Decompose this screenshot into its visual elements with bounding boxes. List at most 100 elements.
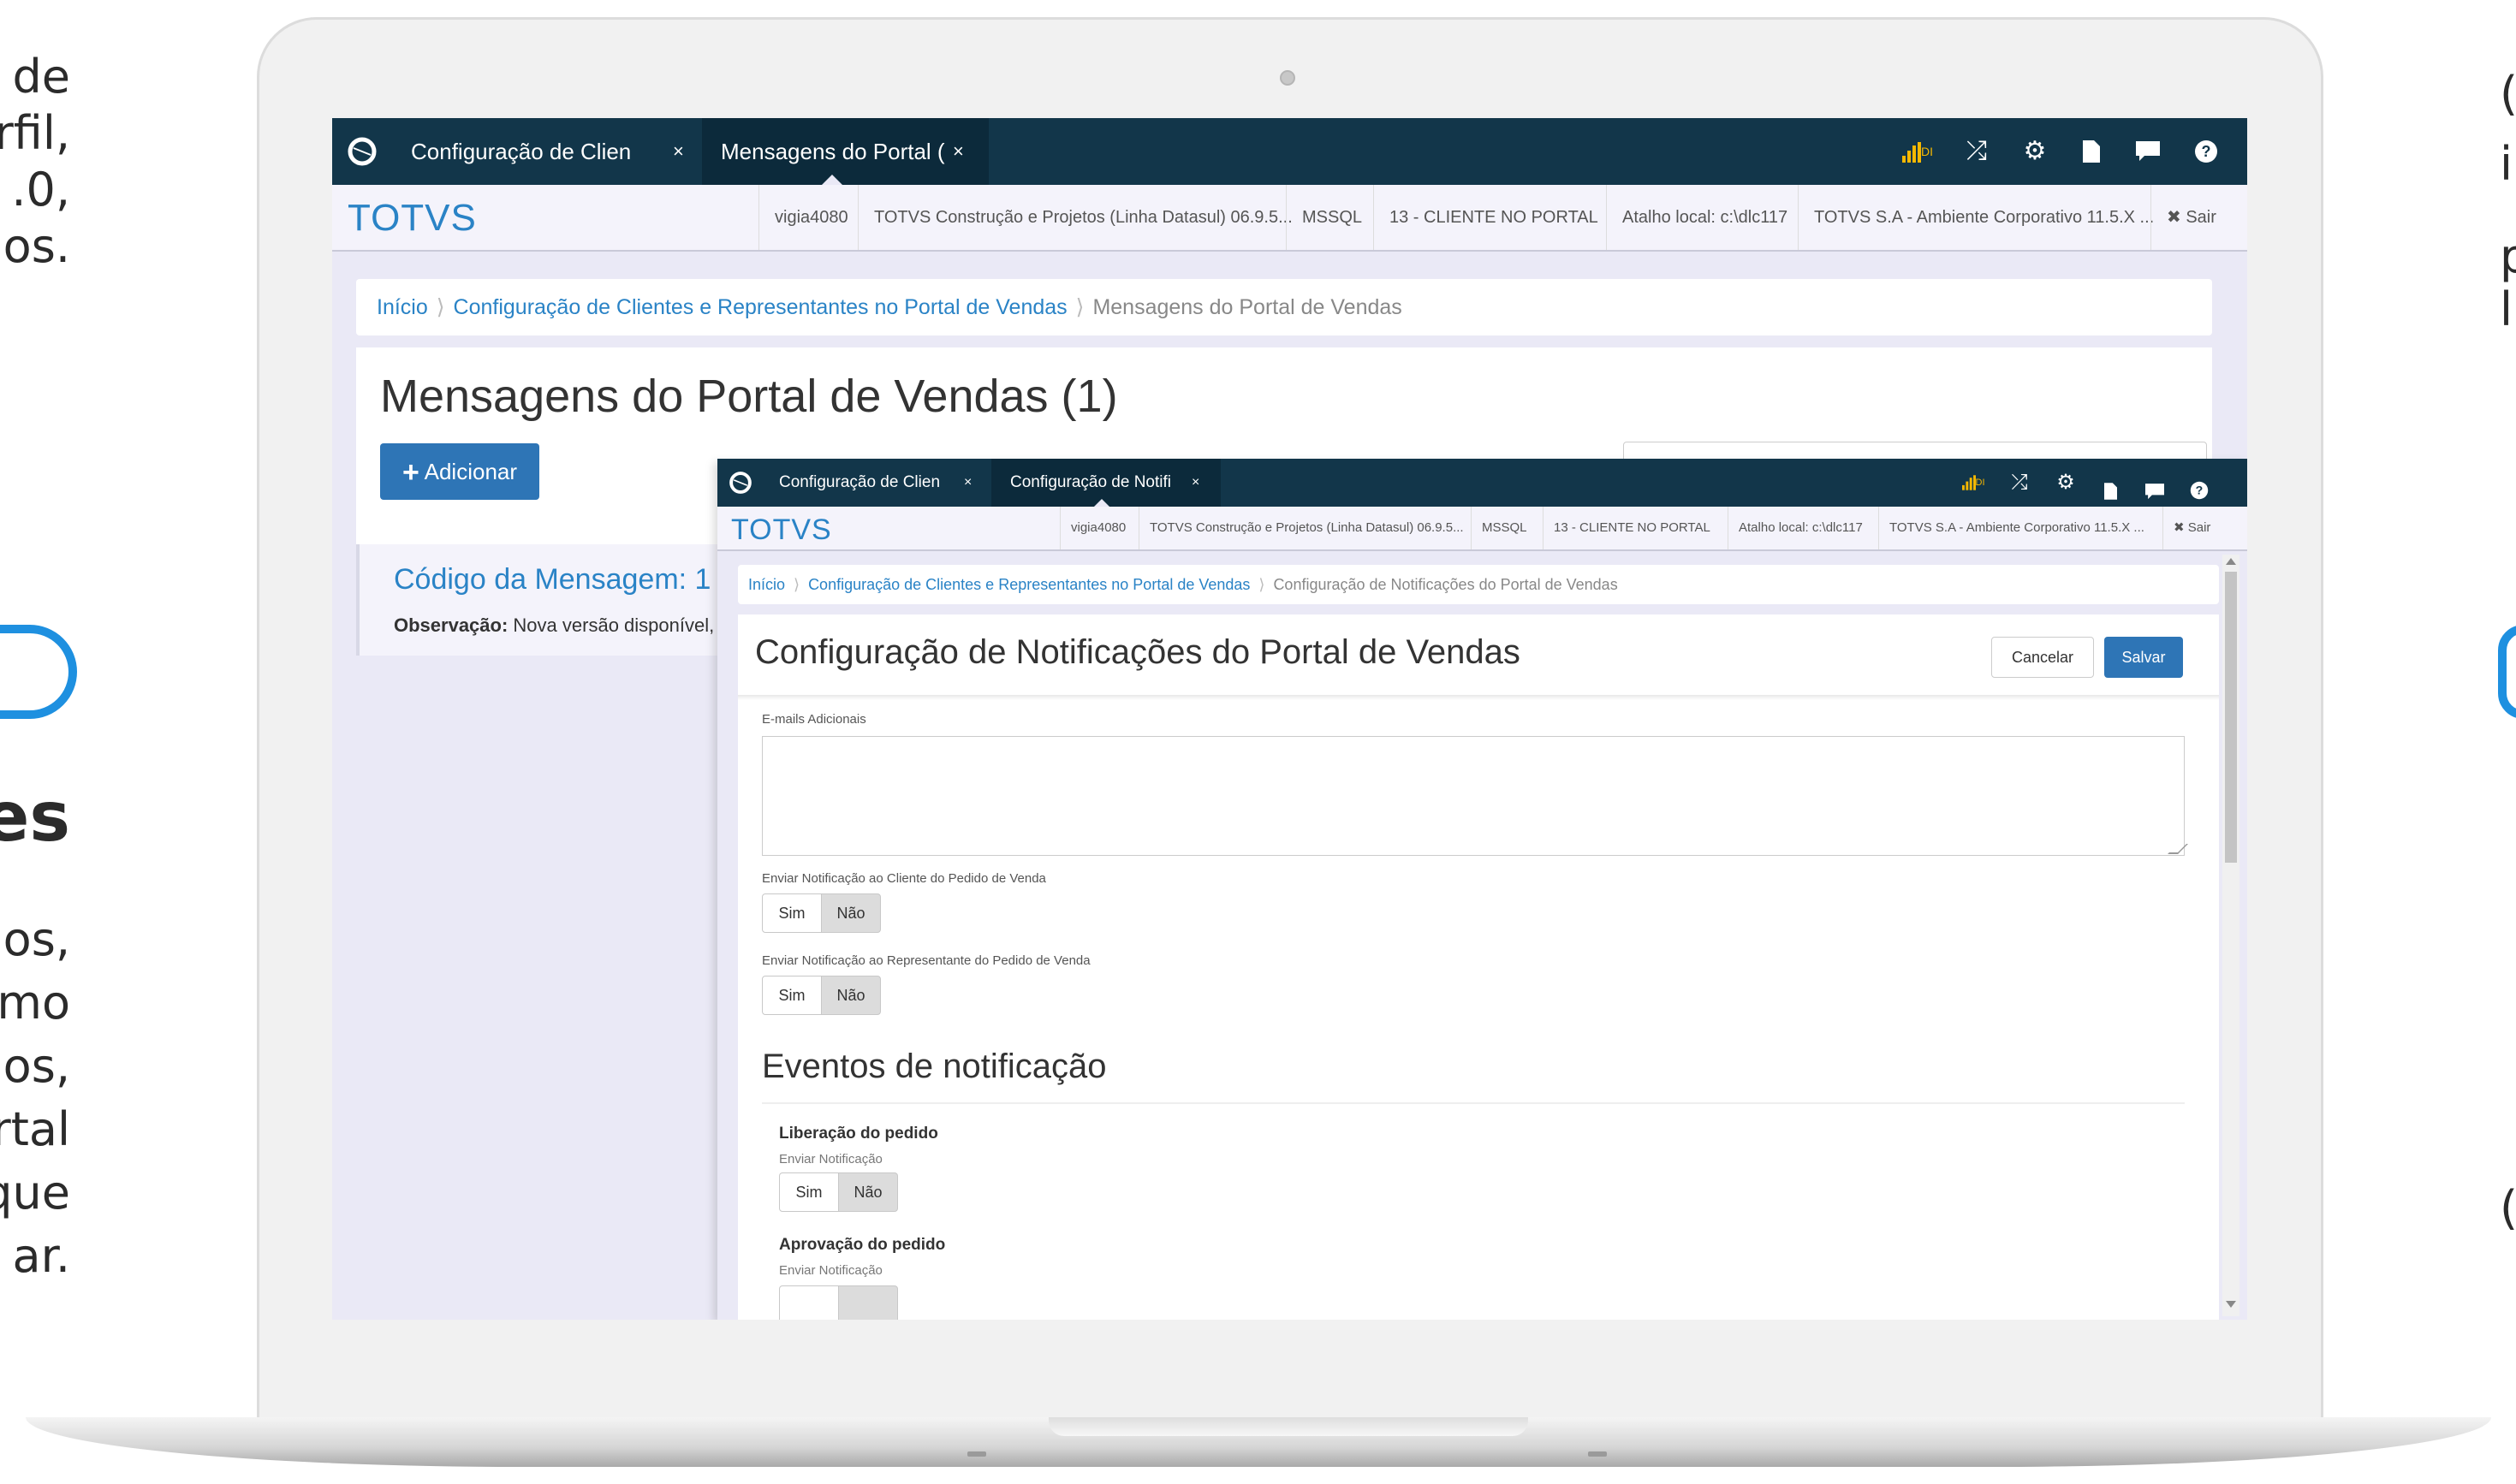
active-tab-caret [822,175,842,185]
add-button[interactable]: + Adicionar [380,443,539,500]
page-title: Mensagens do Portal de Vendas (1) [380,371,1118,422]
scroll-up-arrow-icon[interactable] [2226,558,2236,565]
notify-client-no[interactable]: Não [821,893,881,933]
notify-rep-yes[interactable]: Sim [762,976,822,1015]
event2-no[interactable] [838,1285,898,1320]
side-text-left-7: os, [3,1039,70,1093]
back-tab-messages[interactable]: Mensagens do Portal ( × [702,118,989,185]
signal-icon[interactable]: DI [1952,459,1995,507]
info-db: MSSQL [1286,185,1373,250]
close-icon[interactable]: × [673,118,684,185]
brand-logo: TOTVS [348,197,477,239]
info-profile: 13 - CLIENTE NO PORTAL [1543,507,1728,549]
cancel-button[interactable]: Cancelar [1991,637,2094,678]
breadcrumb-home[interactable]: Início [748,576,785,593]
shuffle-icon[interactable]: ⤮ [1955,118,1998,185]
comment-icon[interactable] [2133,459,2176,507]
event1-no[interactable]: Não [838,1172,898,1212]
totvs-logo-icon[interactable] [719,459,762,507]
event2-yes[interactable] [779,1285,839,1320]
side-text-right-1: ( [2500,67,2516,121]
events-title: Eventos de notificação [762,1048,1107,1085]
laptop-screen: Configuração de Clien × Mensagens do Por… [332,118,2247,1320]
breadcrumb-current: Configuração de Notificações do Portal d… [1273,576,1618,593]
help-icon[interactable]: ? [2185,118,2228,185]
back-tab-config-clients[interactable]: Configuração de Clien × [392,118,702,185]
tab-label: Configuração de Clien [779,473,941,491]
side-text-right-2: i [2500,137,2513,191]
scroll-down-arrow-icon[interactable] [2226,1301,2236,1308]
signal-label: DI [1921,145,1933,158]
logout-button[interactable]: ✖ Sair [2162,507,2247,549]
close-icon[interactable]: × [953,118,964,185]
file-icon[interactable] [2089,459,2132,507]
scrollbar[interactable] [2222,555,2239,1316]
front-tab-config-clients[interactable]: Configuração de Clien × [760,459,991,507]
side-text-left-6: mo [0,976,70,1030]
scrollbar-thumb[interactable] [2225,572,2237,863]
front-window: Configuração de Clien × Configuração de … [717,459,2247,1320]
laptop-foot-left [967,1451,986,1457]
side-text-right-5: ( [2500,1181,2516,1235]
totvs-logo-icon[interactable] [341,118,384,185]
info-shortcut: Atalho local: c:\dlc117 [1728,507,1878,549]
signal-icon[interactable]: DI [1892,118,1943,185]
shuffle-icon[interactable]: ⤮ [1998,459,2041,507]
close-icon[interactable]: × [1192,459,1199,507]
laptop-notch [1049,1417,1528,1436]
logout-button[interactable]: ✖ Sair [2150,185,2247,250]
message-code: Código da Mensagem: 1 [394,563,711,596]
side-text-left-9: que [0,1166,70,1220]
notify-rep-label: Enviar Notificação ao Representante do P… [762,953,1091,968]
side-text-left-2: rfil, [0,106,70,160]
tab-label: Configuração de Notifi [1010,473,1171,491]
side-text-right-3: p [2500,229,2516,283]
signal-label: DI [1975,478,1985,488]
side-text-left-3: .0, [11,163,70,217]
message-observation: Observação: Nova versão disponível, p [394,614,730,637]
front-topbar: Configuração de Clien × Configuração de … [717,459,2247,507]
observation-label: Observação: [394,614,509,636]
close-icon[interactable]: × [964,459,972,507]
file-icon[interactable] [2070,118,2113,185]
help-icon[interactable]: ? [2178,459,2221,507]
info-db: MSSQL [1471,507,1543,549]
side-text-left-1: de [12,50,71,104]
event2-sub: Enviar Notificação [779,1263,883,1278]
save-button[interactable]: Salvar [2104,637,2183,678]
circle-icon [0,625,77,719]
emails-textarea[interactable] [762,736,2185,856]
back-breadcrumb: Início ⟩ Configuração de Clientes e Repres… [356,279,2212,335]
breadcrumb-config[interactable]: Configuração de Clientes e Representante… [808,576,1250,593]
event1-sub: Enviar Notificação [779,1152,883,1166]
front-breadcrumb: Início ⟩ Configuração de Clientes e Repres… [738,565,2219,604]
gear-icon[interactable]: ⚙ [2044,459,2087,507]
info-environment: TOTVS S.A - Ambiente Corporativo 11.5.X … [1798,185,2154,250]
back-infobar: TOTVS vigia4080 TOTVS Construção e Proje… [332,185,2247,252]
back-topbar: Configuração de Clien × Mensagens do Por… [332,118,2247,185]
side-text-left-8: rtal [0,1102,70,1156]
breadcrumb-current: Mensagens do Portal de Vendas [1092,295,1402,319]
comment-icon[interactable] [2126,118,2169,185]
info-user: vigia4080 [758,185,858,250]
info-shortcut: Atalho local: c:\dlc117 [1606,185,1798,250]
info-company: TOTVS Construção e Projetos (Linha Datas… [858,185,1293,250]
tab-label: Configuração de Clien [411,139,632,164]
info-user: vigia4080 [1060,507,1139,549]
info-environment: TOTVS S.A - Ambiente Corporativo 11.5.X … [1878,507,2162,549]
events-divider [762,1102,2185,1104]
notify-rep-no[interactable]: Não [821,976,881,1015]
circle-icon-right [2498,625,2516,719]
notify-client-yes[interactable]: Sim [762,893,822,933]
active-tab-caret [1094,499,1109,507]
add-button-label: Adicionar [424,459,518,484]
front-tab-notifications[interactable]: Configuração de Notifi × [991,459,1221,507]
front-infobar: TOTVS vigia4080 TOTVS Construção e Proje… [717,507,2247,551]
gear-icon[interactable]: ⚙ [2013,118,2056,185]
event1-yes[interactable]: Sim [779,1172,839,1212]
info-company: TOTVS Construção e Projetos (Linha Datas… [1139,507,1471,549]
svg-text:?: ? [2196,484,2204,497]
event1-title: Liberação do pedido [779,1125,938,1143]
breadcrumb-home[interactable]: Início [377,295,428,319]
breadcrumb-config[interactable]: Configuração de Clientes e Representante… [454,295,1068,319]
